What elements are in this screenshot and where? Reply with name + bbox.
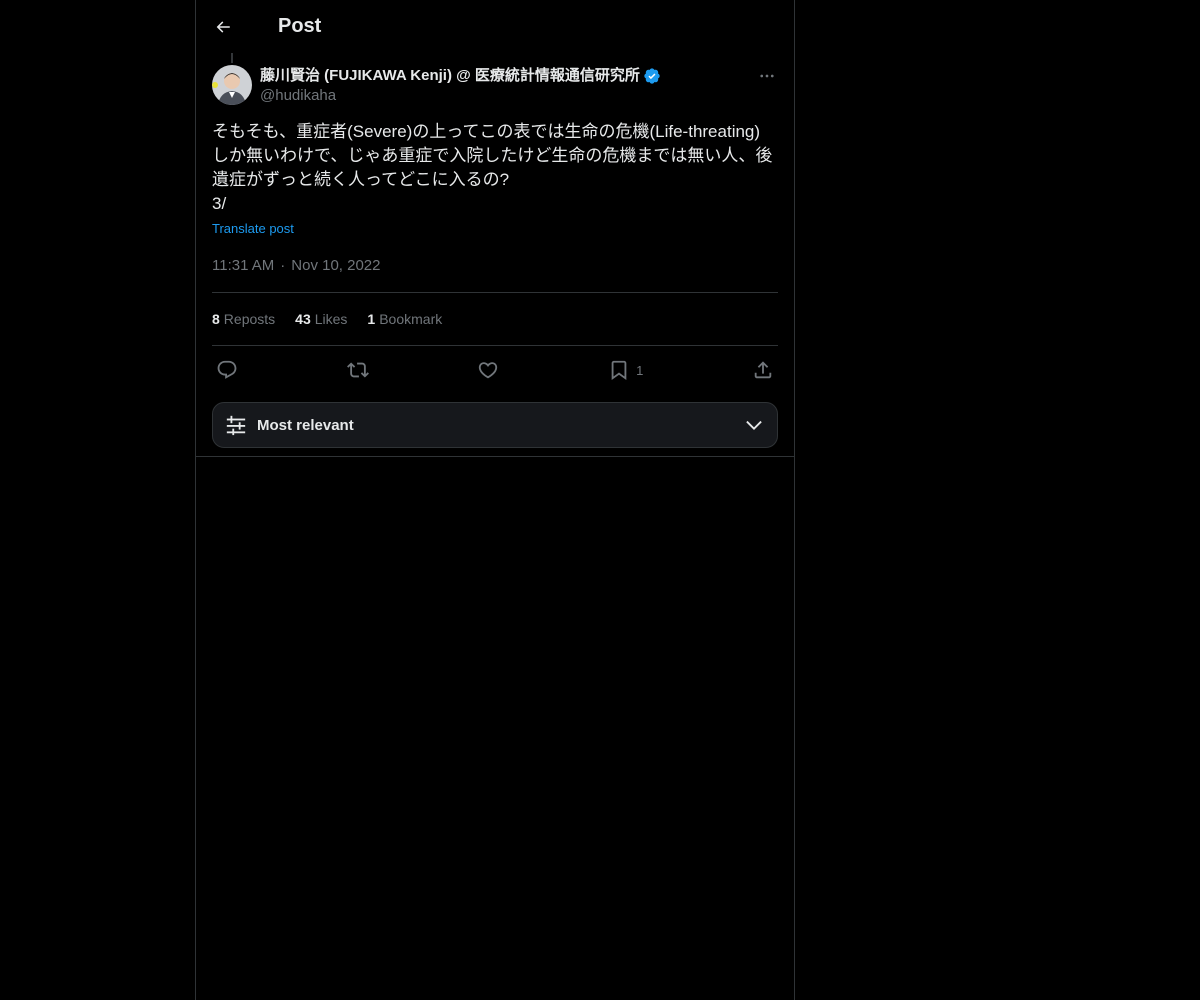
likes-count: 43 — [295, 311, 311, 327]
bookmarks-count: 1 — [367, 311, 376, 327]
post-article: 藤川賢治 (FUJIKAWA Kenji) @ 医療統計情報通信研究所 @hud… — [196, 53, 794, 457]
bookmark-icon — [611, 360, 627, 381]
share-icon — [754, 361, 772, 379]
bookmarks-stat[interactable]: 1 Bookmark — [367, 311, 442, 327]
page-title: Post — [278, 15, 322, 37]
reply-button[interactable] — [216, 359, 238, 381]
repost-icon — [346, 362, 369, 378]
engagement-stats: 8 Reposts 43 Likes 1 Bookmark — [212, 292, 778, 346]
reply-sort-dropdown[interactable]: Most relevant — [212, 402, 778, 448]
author-handle[interactable]: @hudikaha — [260, 86, 750, 106]
back-button[interactable] — [206, 10, 240, 44]
share-button[interactable] — [752, 359, 774, 381]
likes-stat[interactable]: 43 Likes — [295, 311, 347, 327]
page-header: Post — [196, 0, 794, 53]
post-timestamp[interactable]: 11:31 AM · Nov 10, 2022 — [212, 256, 778, 276]
bookmark-count: 1 — [636, 362, 644, 378]
more-horizontal-icon — [760, 74, 774, 78]
like-button[interactable] — [477, 359, 499, 381]
post-text: そもそも、重症者(Severe)の上ってこの表では生命の危機(Life-thre… — [212, 122, 773, 213]
likes-label: Likes — [314, 311, 348, 327]
timestamp-separator: · — [280, 257, 286, 274]
author-row: 藤川賢治 (FUJIKAWA Kenji) @ 医療統計情報通信研究所 @hud… — [212, 65, 778, 106]
sort-label: Most relevant — [257, 416, 354, 434]
author-name[interactable]: 藤川賢治 (FUJIKAWA Kenji) @ 医療統計情報通信研究所 — [260, 66, 640, 86]
reposts-label: Reposts — [223, 311, 276, 327]
post-time: 11:31 AM — [212, 257, 275, 274]
section-divider — [196, 456, 794, 457]
chevron-down-icon — [746, 420, 762, 430]
thread-connector-line — [231, 53, 233, 63]
verified-badge-icon — [643, 67, 661, 85]
bookmark-button[interactable]: 1 — [608, 359, 643, 381]
avatar[interactable] — [212, 65, 252, 105]
main-column: Post 藤川賢治 (FUJIKAWA Kenji) @ 医療統計情報通信研究所 — [195, 0, 795, 1000]
more-options-button[interactable] — [750, 59, 784, 93]
reply-icon — [217, 360, 237, 379]
heart-icon — [479, 362, 498, 379]
sliders-icon — [226, 415, 246, 436]
post-date: Nov 10, 2022 — [291, 257, 381, 274]
translate-post-link[interactable]: Translate post — [212, 220, 294, 238]
arrow-left-icon — [216, 20, 230, 33]
bookmarks-label: Bookmark — [379, 311, 443, 327]
reposts-stat[interactable]: 8 Reposts — [212, 311, 275, 327]
repost-button[interactable] — [346, 359, 369, 381]
action-bar: 1 — [212, 346, 778, 394]
reposts-count: 8 — [212, 311, 220, 327]
